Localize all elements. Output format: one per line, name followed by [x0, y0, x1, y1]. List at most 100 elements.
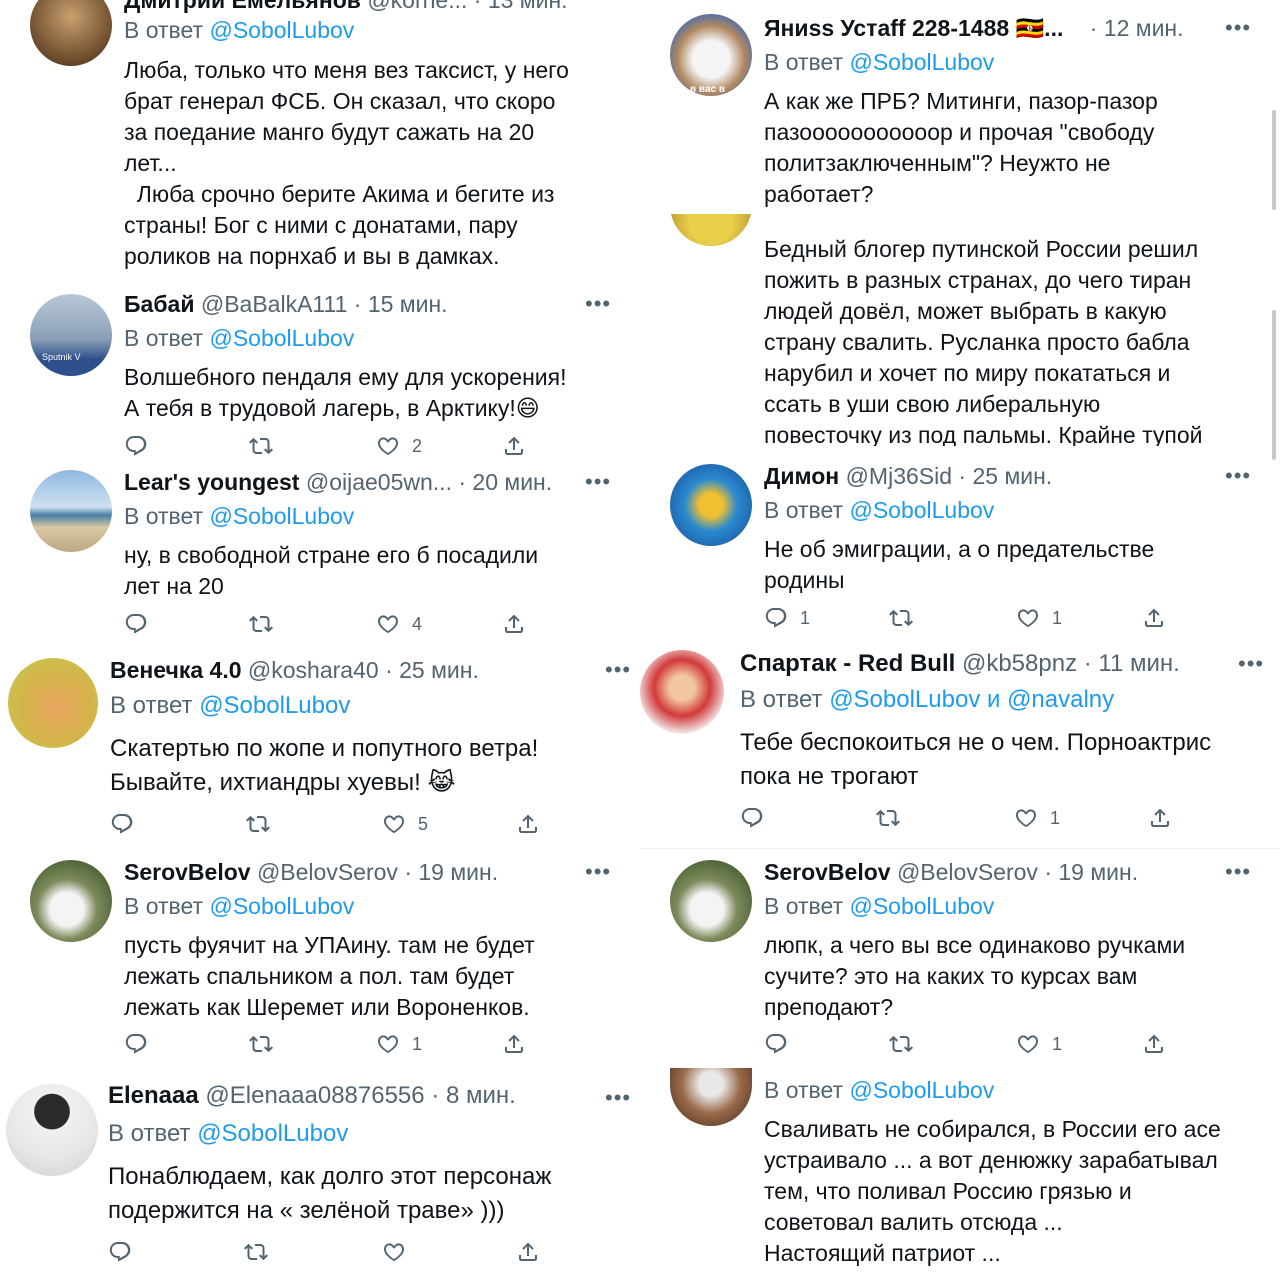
tweet-card[interactable]: Elenaaa @Elenaaa08876556 · 8 мин. ••• В …	[0, 1080, 640, 1280]
author-name[interactable]: Elenaaa	[108, 1082, 199, 1109]
avatar[interactable]	[6, 1084, 98, 1176]
avatar[interactable]	[670, 1068, 752, 1126]
more-options-icon[interactable]: •••	[1225, 861, 1251, 883]
tweet-card[interactable]: SerovBelov @BelovSerov · 19 мин. ••• В о…	[640, 856, 1280, 1066]
tweet-card[interactable]: Димон @Mj36Sid · 25 мин. ••• В ответ @So…	[640, 460, 1280, 640]
more-options-icon[interactable]: •••	[585, 293, 611, 315]
reply-mention-link[interactable]: @SobolLubov	[199, 692, 350, 719]
retweet-button[interactable]	[249, 434, 273, 458]
author-name[interactable]: Димон	[764, 463, 839, 489]
tweet-card[interactable]: Lear's youngest @oijae05wn... · 20 мин. …	[0, 466, 640, 646]
author-handle[interactable]: @BaBalkA111	[201, 291, 348, 317]
retweet-button[interactable]	[889, 606, 913, 630]
author-handle[interactable]: @koshara40	[248, 657, 379, 683]
tweet-time[interactable]: · 20 мин.	[458, 469, 552, 495]
author-name[interactable]: Lear's youngest	[124, 469, 299, 495]
author-handle[interactable]: @BelovSerov	[897, 859, 1038, 885]
author-handle[interactable]: @korne...	[367, 0, 467, 13]
retweet-button[interactable]	[246, 812, 270, 836]
share-button[interactable]	[516, 812, 540, 836]
avatar[interactable]: Sputnik V	[30, 294, 112, 376]
share-button[interactable]	[516, 1240, 540, 1264]
like-button[interactable]: 1	[1016, 606, 1062, 630]
retweet-button[interactable]	[889, 1032, 913, 1056]
tweet-card[interactable]: Бедный блогер путинской России решил пож…	[640, 214, 1280, 446]
avatar[interactable]	[670, 860, 752, 942]
tweet-card[interactable]: Дмитрий Емельянов @korne... · 13 мин. В …	[0, 0, 640, 290]
like-button[interactable]	[382, 1240, 406, 1264]
share-button[interactable]	[502, 1032, 526, 1056]
like-button[interactable]: 1	[376, 1032, 422, 1056]
reply-button[interactable]	[764, 1032, 788, 1056]
author-name[interactable]: SerovBelov	[764, 859, 891, 885]
author-handle[interactable]: @Mj36Sid	[846, 463, 952, 489]
more-options-icon[interactable]: •••	[605, 1087, 631, 1109]
reply-mention-link[interactable]: @SobolLubov	[197, 1120, 348, 1147]
like-button[interactable]: 1	[1016, 1032, 1062, 1056]
tweet-time[interactable]: · 15 мин.	[354, 291, 448, 317]
reply-mention-link[interactable]: @SobolLubov	[209, 503, 354, 529]
author-name[interactable]: Венечка 4.0	[110, 657, 242, 683]
avatar[interactable]	[640, 650, 724, 734]
tweet-time[interactable]: · 25 мин.	[385, 657, 479, 683]
reply-mention-link[interactable]: @SobolLubov	[849, 49, 994, 75]
author-handle[interactable]: @oijae05wn...	[306, 469, 452, 495]
like-button[interactable]: 1	[1014, 806, 1060, 830]
retweet-button[interactable]	[249, 612, 273, 636]
author-handle[interactable]: @kb58pnz	[962, 650, 1077, 677]
more-options-icon[interactable]: •••	[1225, 465, 1251, 487]
author-handle[interactable]: @Elenaaa08876556	[205, 1082, 424, 1109]
tweet-time[interactable]: · 11 мин.	[1084, 650, 1180, 677]
avatar[interactable]	[30, 0, 112, 66]
tweet-time[interactable]: · 12 мин.	[1090, 15, 1184, 41]
tweet-card[interactable]: в вас в Яниss Устаff 228-1488 🇺🇬... · 12…	[640, 0, 1280, 210]
tweet-card[interactable]: SerovBelov @BelovSerov · 19 мин. ••• В о…	[0, 856, 640, 1074]
author-name[interactable]: Дмитрий Емельянов	[124, 0, 361, 13]
reply-button[interactable]	[124, 1032, 148, 1056]
more-options-icon[interactable]: •••	[1238, 653, 1264, 675]
reply-mention-link[interactable]: @SobolLubov	[209, 893, 354, 919]
retweet-button[interactable]	[249, 1032, 273, 1056]
tweet-time[interactable]: · 19 мин.	[1044, 859, 1138, 885]
reply-button[interactable]	[124, 612, 148, 636]
reply-mention-link[interactable]: @SobolLubov	[209, 325, 354, 351]
avatar[interactable]	[670, 464, 752, 546]
retweet-button[interactable]	[876, 806, 900, 830]
avatar[interactable]	[30, 470, 112, 552]
tweet-card[interactable]: Спартак - Red Bull @kb58pnz · 11 мин. ••…	[640, 646, 1280, 846]
author-name[interactable]: SerovBelov	[124, 859, 251, 885]
tweet-time[interactable]: · 25 мин.	[958, 463, 1052, 489]
reply-mention-link[interactable]: @SobolLubov и @navalny	[829, 686, 1114, 713]
reply-button[interactable]	[740, 806, 764, 830]
like-button[interactable]: 5	[382, 812, 428, 836]
reply-button[interactable]: 1	[764, 606, 810, 630]
avatar[interactable]	[30, 860, 112, 942]
scrollbar[interactable]	[1272, 310, 1276, 460]
share-button[interactable]	[1142, 606, 1166, 630]
author-name[interactable]: Спартак - Red Bull	[740, 650, 955, 677]
scrollbar[interactable]	[1272, 110, 1276, 210]
tweet-card[interactable]: Венечка 4.0 @koshara40 · 25 мин. ••• В о…	[0, 652, 640, 848]
reply-mention-link[interactable]: @SobolLubov	[209, 17, 354, 43]
reply-mention-link[interactable]: @SobolLubov	[849, 1077, 994, 1103]
share-button[interactable]	[1142, 1032, 1166, 1056]
share-button[interactable]	[502, 434, 526, 458]
more-options-icon[interactable]: •••	[585, 861, 611, 883]
reply-button[interactable]	[108, 1240, 132, 1264]
reply-mention-link[interactable]: @SobolLubov	[849, 893, 994, 919]
avatar[interactable]	[8, 658, 98, 748]
like-button[interactable]: 2	[376, 434, 422, 458]
tweet-card[interactable]: В ответ @SobolLubov Сваливать не собирал…	[640, 1068, 1280, 1280]
tweet-card[interactable]: Sputnik V Бабай @BaBalkA111 · 15 мин. ••…	[0, 288, 640, 468]
more-options-icon[interactable]: •••	[605, 659, 631, 681]
author-name[interactable]: Бабай	[124, 291, 194, 317]
avatar[interactable]: в вас в	[670, 14, 752, 96]
reply-button[interactable]	[110, 812, 134, 836]
more-options-icon[interactable]: •••	[585, 471, 611, 493]
share-button[interactable]	[1148, 806, 1172, 830]
more-options-icon[interactable]: •••	[1225, 17, 1251, 39]
share-button[interactable]	[502, 612, 526, 636]
author-name[interactable]: Яниss Устаff 228-1488 🇺🇬...	[764, 15, 1063, 41]
reply-button[interactable]	[124, 434, 148, 458]
tweet-time[interactable]: · 13 мин.	[474, 0, 568, 13]
